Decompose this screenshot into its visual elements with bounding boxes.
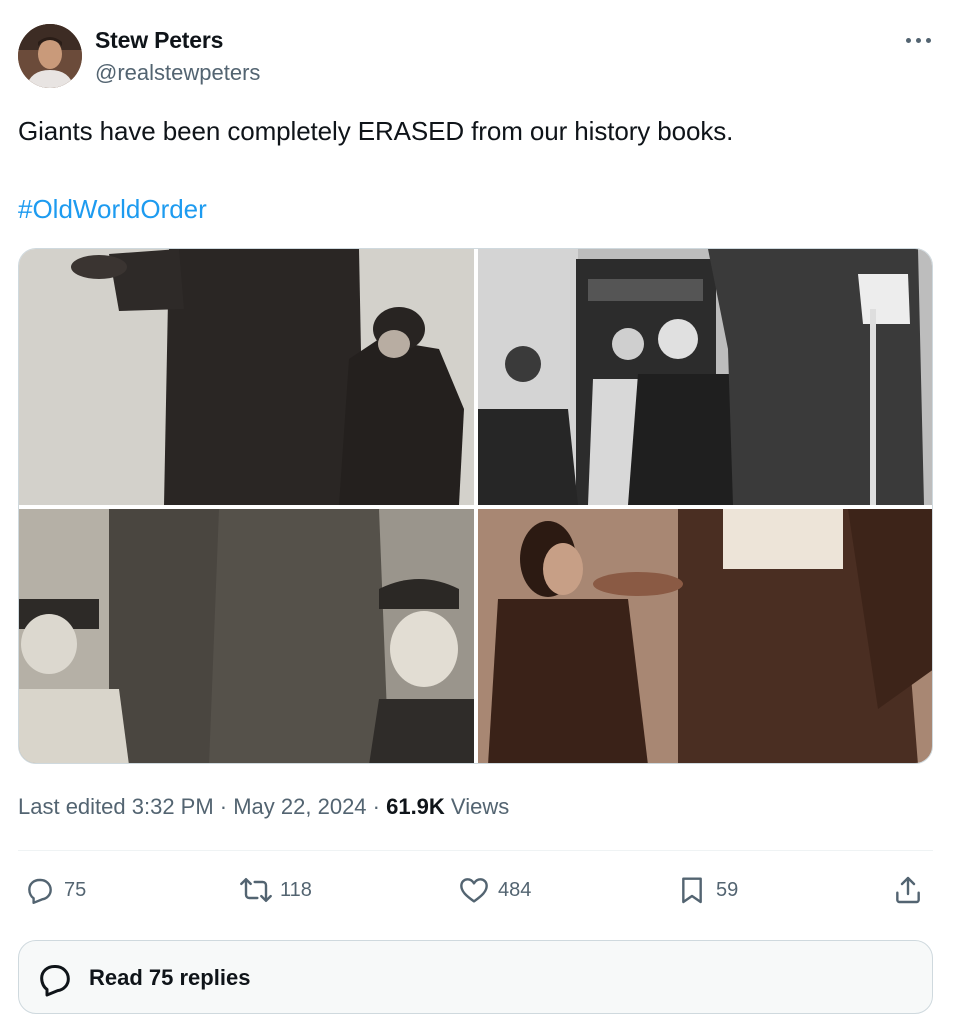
photo-4[interactable]: [478, 509, 932, 763]
photo-3[interactable]: [19, 509, 474, 763]
more-options-icon[interactable]: [903, 28, 935, 52]
read-replies-button[interactable]: Read 75 replies: [18, 940, 933, 1014]
reply-count: 75: [64, 878, 87, 901]
read-replies-label: Read 75 replies: [89, 965, 251, 990]
bookmark-button[interactable]: 59: [676, 873, 738, 907]
like-button[interactable]: 484: [458, 873, 531, 907]
like-count: 484: [498, 878, 532, 901]
author-handle[interactable]: @realstewpeters: [95, 60, 260, 86]
tweet-text: Giants have been completely ERASED from …: [18, 116, 734, 146]
share-button[interactable]: [892, 873, 924, 907]
avatar-image: [18, 24, 82, 88]
views-label: Views: [444, 794, 510, 819]
reply-icon: [40, 965, 70, 997]
repost-button[interactable]: 118: [240, 873, 312, 907]
hashtag-link[interactable]: #OldWorldOrder: [18, 194, 207, 225]
edited-timestamp[interactable]: Last edited 3:32 PM · May 22, 2024 ·: [18, 794, 386, 819]
photo-1[interactable]: [19, 249, 474, 505]
author-name[interactable]: Stew Peters: [95, 27, 223, 54]
share-icon: [896, 876, 920, 904]
bookmark-icon: [682, 877, 702, 904]
views-count: 61.9K: [386, 794, 445, 819]
tweet-meta: Last edited 3:32 PM · May 22, 2024 · 61.…: [18, 794, 509, 820]
photo-2[interactable]: [478, 249, 932, 505]
heart-icon: [460, 878, 488, 903]
bookmark-count: 59: [716, 878, 739, 901]
divider: [18, 850, 933, 851]
media-grid: [18, 248, 933, 764]
repost-count: 118: [280, 878, 312, 901]
reply-icon: [28, 878, 52, 904]
reply-button[interactable]: 75: [24, 873, 86, 907]
repost-icon: [240, 878, 272, 902]
avatar[interactable]: [18, 24, 82, 88]
